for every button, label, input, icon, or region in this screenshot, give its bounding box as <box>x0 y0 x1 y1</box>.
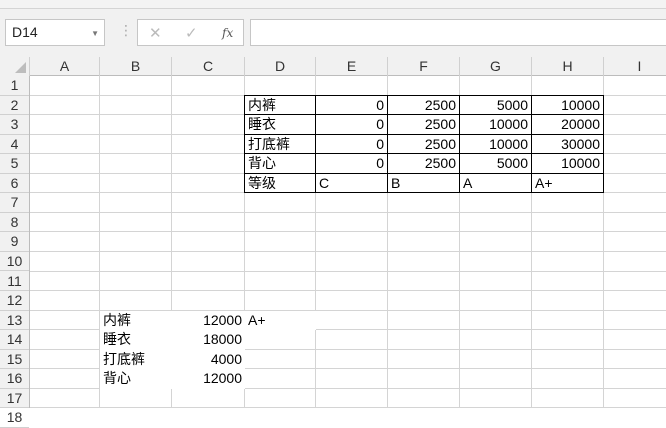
column-header-D[interactable]: D <box>245 57 316 76</box>
row-header-16[interactable]: 16 <box>0 369 29 389</box>
cell-D13[interactable]: A+ <box>245 310 316 331</box>
row-header-6[interactable]: 6 <box>0 174 29 194</box>
row-header-15[interactable]: 15 <box>0 350 29 370</box>
row-header-2[interactable]: 2 <box>0 96 29 116</box>
drag-handle-icon[interactable]: ⋮ <box>119 22 133 39</box>
cell-G2[interactable]: 5000 <box>459 94 532 116</box>
row-header-9[interactable]: 9 <box>0 232 29 252</box>
cell-C16[interactable]: 12000 <box>172 369 245 389</box>
cell-F6[interactable]: B <box>387 172 460 194</box>
column-header-A[interactable]: A <box>30 57 100 76</box>
column-header-B[interactable]: B <box>100 57 172 76</box>
cell-E5[interactable]: 0 <box>315 153 388 174</box>
name-box[interactable]: D14 ▼ <box>5 19 105 46</box>
row-header-7[interactable]: 7 <box>0 193 29 213</box>
cell-B16[interactable]: 背心 <box>100 369 172 389</box>
gridline <box>30 270 666 272</box>
column-header-E[interactable]: E <box>316 57 388 76</box>
cell-D2[interactable]: 内裤 <box>244 94 316 116</box>
row-header-10[interactable]: 10 <box>0 252 29 272</box>
cell-D3[interactable]: 睡衣 <box>244 114 316 135</box>
cell-H4[interactable]: 30000 <box>531 133 604 155</box>
chevron-down-icon[interactable]: ▼ <box>91 29 99 38</box>
cell-E2[interactable]: 0 <box>315 94 388 116</box>
row-header-18[interactable]: 18 <box>0 408 29 428</box>
cell-D5[interactable]: 背心 <box>244 153 316 174</box>
row-header-1[interactable]: 1 <box>0 76 29 96</box>
column-header-H[interactable]: H <box>532 57 604 76</box>
ribbon-strip <box>0 0 666 9</box>
cancel-icon[interactable]: ✕ <box>149 24 162 42</box>
formula-input[interactable] <box>250 19 666 46</box>
row-header-5[interactable]: 5 <box>0 154 29 174</box>
column-header-I[interactable]: I <box>604 57 666 76</box>
cell-D4[interactable]: 打底裤 <box>244 133 316 155</box>
insert-function-icon[interactable]: fx <box>222 26 233 40</box>
cell-F4[interactable]: 2500 <box>387 133 460 155</box>
gridline <box>30 211 666 213</box>
cell-E3[interactable]: 0 <box>315 114 388 135</box>
row-header-8[interactable]: 8 <box>0 213 29 233</box>
row-header-4[interactable]: 4 <box>0 135 29 155</box>
gridline <box>30 231 666 233</box>
column-header-C[interactable]: C <box>172 57 245 76</box>
cell-C13[interactable]: 12000 <box>172 310 245 331</box>
row-header-3[interactable]: 3 <box>0 115 29 135</box>
formula-buttons: ✕ ✓ fx <box>137 19 244 46</box>
select-all-button[interactable] <box>0 57 30 76</box>
cell-B15[interactable]: 打底裤 <box>100 349 172 370</box>
cell-G5[interactable]: 5000 <box>459 153 532 174</box>
gridline <box>30 250 666 252</box>
cell-B14[interactable]: 睡衣 <box>100 330 172 350</box>
row-header-12[interactable]: 12 <box>0 291 29 311</box>
cell-F5[interactable]: 2500 <box>387 153 460 174</box>
spreadsheet-grid[interactable]: 内裤 0 2500 5000 10000 睡衣 0 2500 10000 20000 打底裤 0 250… <box>30 76 666 408</box>
name-box-value: D14 <box>12 24 38 40</box>
formula-bar-area: D14 ▼ ⋮ ✕ ✓ fx <box>0 9 666 57</box>
cell-E4[interactable]: 0 <box>315 133 388 155</box>
row-header-11[interactable]: 11 <box>0 272 29 292</box>
cell-E6[interactable]: C <box>315 172 388 194</box>
column-header-G[interactable]: G <box>460 57 532 76</box>
cell-F3[interactable]: 2500 <box>387 114 460 135</box>
cell-C15[interactable]: 4000 <box>172 349 245 370</box>
row-header-14[interactable]: 14 <box>0 330 29 350</box>
cell-D6[interactable]: 等级 <box>244 172 316 194</box>
cell-H5[interactable]: 10000 <box>531 153 604 174</box>
cell-B13[interactable]: 内裤 <box>100 310 172 331</box>
cell-F2[interactable]: 2500 <box>387 94 460 116</box>
cell-G6[interactable]: A <box>459 172 532 194</box>
enter-icon[interactable]: ✓ <box>185 24 198 42</box>
row-headers: 1 2 3 4 5 6 7 8 9 10 11 12 13 14 15 16 17 18 <box>0 76 30 428</box>
cell-G3[interactable]: 10000 <box>459 114 532 135</box>
column-headers: ABCDEFGHI <box>0 57 666 76</box>
gridline <box>30 290 666 292</box>
cell-G4[interactable]: 10000 <box>459 133 532 155</box>
cell-H6[interactable]: A+ <box>531 172 604 194</box>
row-header-17[interactable]: 17 <box>0 389 29 409</box>
row-header-13[interactable]: 13 <box>0 311 29 331</box>
column-header-F[interactable]: F <box>388 57 460 76</box>
cell-H2[interactable]: 10000 <box>531 94 604 116</box>
cell-H3[interactable]: 20000 <box>531 114 604 135</box>
cell-C14[interactable]: 18000 <box>172 330 245 350</box>
